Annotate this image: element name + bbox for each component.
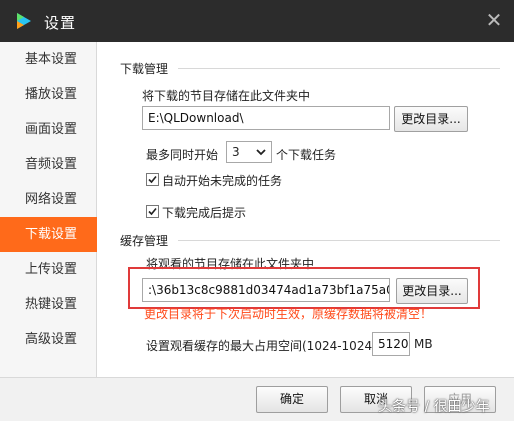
sidebar-item-download[interactable]: 下载设置 [0,217,97,252]
concurrent-tasks-select[interactable]: 3 [226,141,272,163]
cache-change-dir-button[interactable]: 更改目录... [396,278,468,304]
sidebar-item-audio[interactable]: 音频设置 [0,147,97,182]
sidebar-item-advanced[interactable]: 高级设置 [0,322,97,357]
title-bar: 设置 ✕ [0,0,514,42]
sidebar-item-display[interactable]: 画面设置 [0,112,97,147]
concurrent-prefix-label: 最多同时开始 [146,148,219,162]
settings-content: 下载管理 将下载的节目存储在此文件夹中 E:\QLDownload\ 更改目录.… [98,42,514,377]
download-path-input[interactable]: E:\QLDownload\ [142,106,390,130]
max-cache-input[interactable]: 5120 [372,332,410,356]
sidebar-item-upload[interactable]: 上传设置 [0,252,97,287]
cache-section-title: 缓存管理 [120,234,169,248]
cache-warning-text: 更改目录将于下次启动时生效，原缓存数据将被清空！ [144,307,433,321]
video-player-logo-icon [12,10,34,32]
sidebar-item-network[interactable]: 网络设置 [0,182,97,217]
window-title: 设置 [44,14,77,32]
download-section-title: 下载管理 [120,62,169,76]
sidebar-item-basic[interactable]: 基本设置 [0,42,97,77]
max-cache-unit: MB [414,337,433,351]
watermark-text: 头条号 / 很田少年 [378,399,490,415]
sidebar-item-hotkey[interactable]: 热键设置 [0,287,97,322]
close-icon[interactable]: ✕ [484,10,504,30]
auto-start-checkbox[interactable] [146,173,159,186]
max-cache-label: 设置观看缓存的最大占用空间(1024-10240) [146,339,385,353]
cache-path-input[interactable]: :\36b13c8c9881d03474ad1a73bf1a75a0\ [142,278,390,302]
concurrent-tasks-value: 3 [232,145,240,159]
chevron-down-icon [255,146,267,158]
complete-notify-label: 下载完成后提示 [162,206,247,220]
download-change-dir-button[interactable]: 更改目录... [394,106,468,132]
concurrent-suffix-label: 个下载任务 [276,148,337,162]
sidebar-item-playback[interactable]: 播放设置 [0,77,97,112]
settings-sidebar: 基本设置 播放设置 画面设置 音频设置 网络设置 下载设置 上传设置 热键设置 … [0,42,97,377]
ok-button[interactable]: 确定 [256,386,328,413]
auto-start-label: 自动开始未完成的任务 [162,174,283,188]
download-path-label: 将下载的节目存储在此文件夹中 [142,89,311,103]
section-divider [178,68,500,69]
section-divider [178,240,500,241]
complete-notify-checkbox[interactable] [146,205,159,218]
